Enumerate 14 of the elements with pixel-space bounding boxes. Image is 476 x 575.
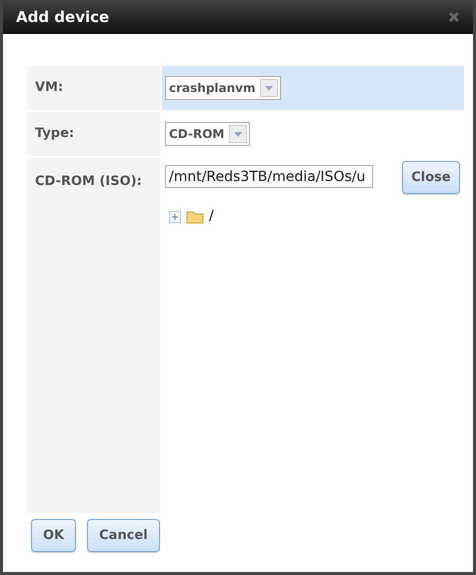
- path-field[interactable]: /mnt/Reds3TB/media/ISOs/u: [165, 165, 373, 188]
- field-label: VM:: [34, 79, 64, 98]
- close-icon[interactable]: [448, 11, 460, 23]
- field-label: Type:: [34, 125, 74, 144]
- dropdown[interactable]: CD-ROM: [165, 122, 250, 146]
- tree-item[interactable]: /: [209, 206, 214, 227]
- cancel-button[interactable]: Cancel: [87, 519, 160, 552]
- expand-icon[interactable]: [169, 210, 181, 222]
- dropdown[interactable]: crashplanvm: [165, 76, 282, 100]
- field-label: CD-ROM (ISO):: [34, 173, 142, 191]
- ok-button[interactable]: OK: [31, 519, 76, 552]
- close-button[interactable]: Close: [402, 161, 460, 194]
- window-title: Add device: [16, 6, 110, 28]
- folder-icon: [186, 210, 204, 224]
